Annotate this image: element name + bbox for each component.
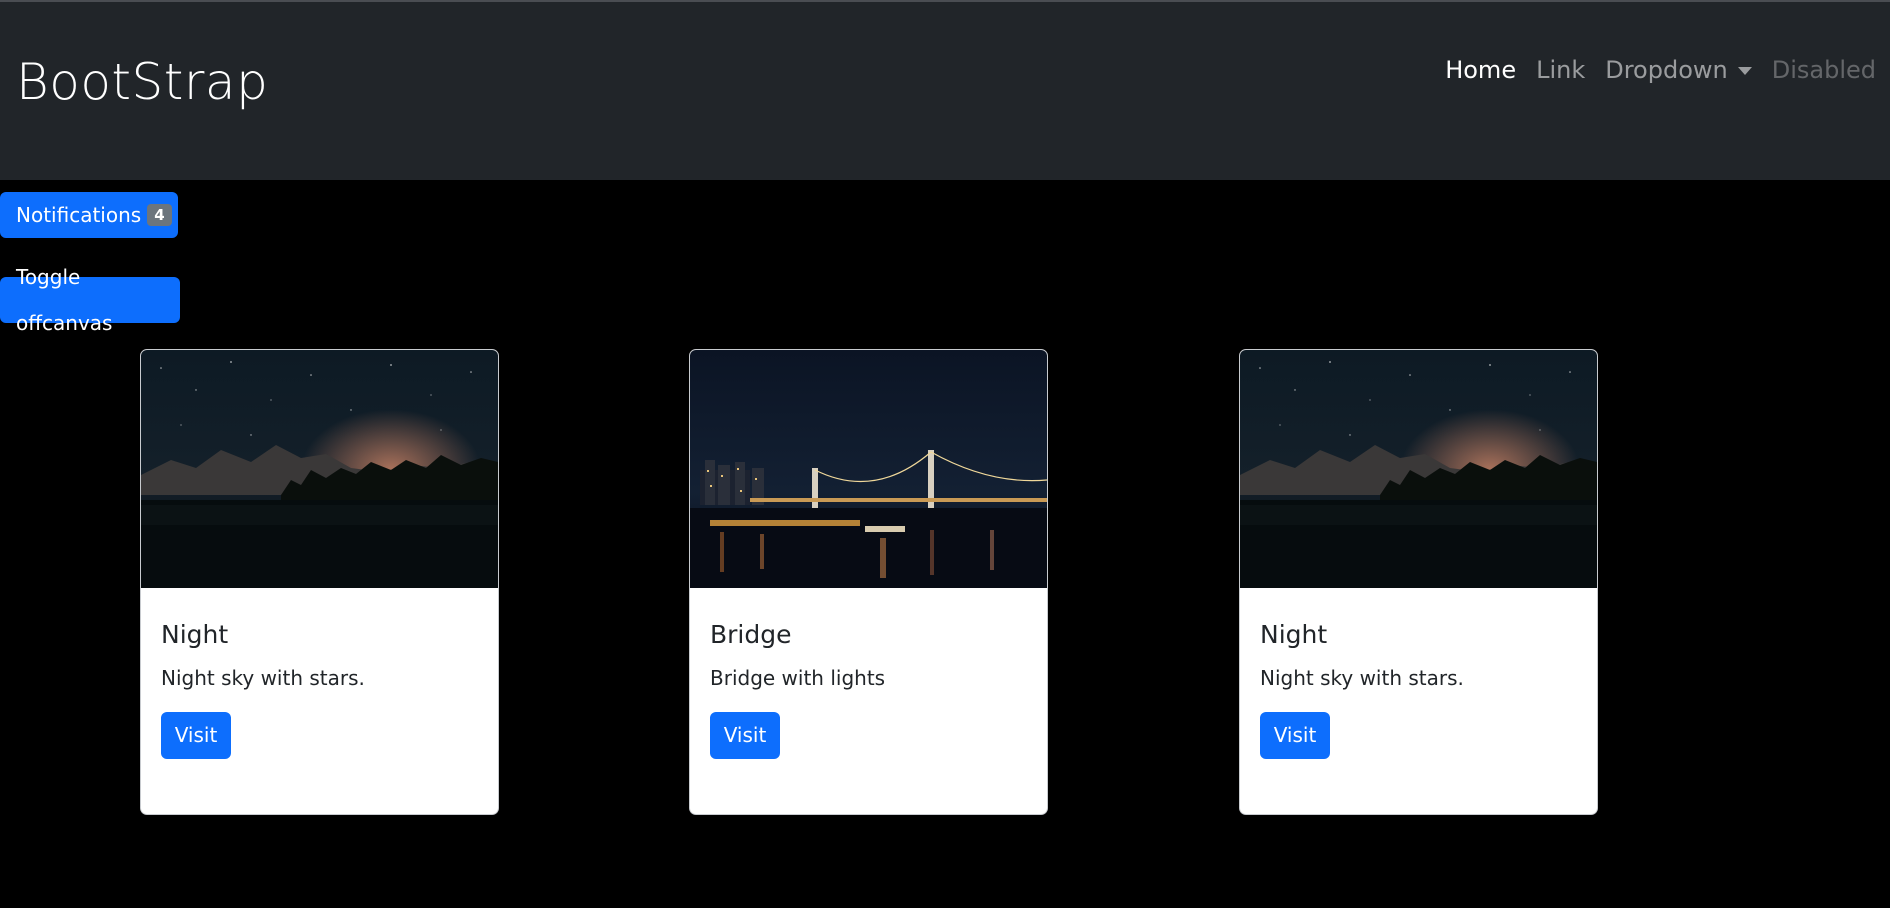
navbar-brand[interactable]: BootStrap xyxy=(16,52,268,112)
bridge-image xyxy=(690,350,1047,588)
card-bridge: Bridge Bridge with lights Visit xyxy=(689,349,1048,815)
card-night-2: Night Night sky with stars. Visit xyxy=(1239,349,1598,815)
card-text: Bridge with lights xyxy=(710,666,886,690)
card-title: Bridge xyxy=(710,620,792,649)
visit-button[interactable]: Visit xyxy=(710,712,780,759)
nav-dropdown-label: Dropdown xyxy=(1605,56,1728,84)
card-night-1: Night Night sky with stars. Visit xyxy=(140,349,499,815)
card-title: Night xyxy=(1260,620,1328,649)
toggle-offcanvas-label: Toggle offcanvas xyxy=(16,265,113,335)
night-sky-image xyxy=(1240,350,1597,588)
notifications-badge: 4 xyxy=(147,204,172,226)
night-sky-image xyxy=(141,350,498,588)
visit-button[interactable]: Visit xyxy=(1260,712,1330,759)
nav-link-disabled: Disabled xyxy=(1771,56,1876,84)
visit-button[interactable]: Visit xyxy=(161,712,231,759)
nav-link-home[interactable]: Home xyxy=(1445,50,1516,90)
caret-down-icon xyxy=(1737,67,1752,75)
notifications-label: Notifications xyxy=(16,203,142,227)
nav-dropdown[interactable]: Dropdown xyxy=(1605,50,1752,90)
notifications-button[interactable]: Notifications 4 xyxy=(0,192,178,238)
navbar: BootStrap Home Link Dropdown Disabled xyxy=(0,2,1890,180)
nav-links: Home Link Dropdown Disabled xyxy=(1445,50,1876,90)
card-title: Night xyxy=(161,620,229,649)
card-text: Night sky with stars. xyxy=(161,666,365,690)
nav-link-link[interactable]: Link xyxy=(1536,50,1585,90)
toggle-offcanvas-button[interactable]: Toggle offcanvas xyxy=(0,265,180,335)
card-text: Night sky with stars. xyxy=(1260,666,1464,690)
